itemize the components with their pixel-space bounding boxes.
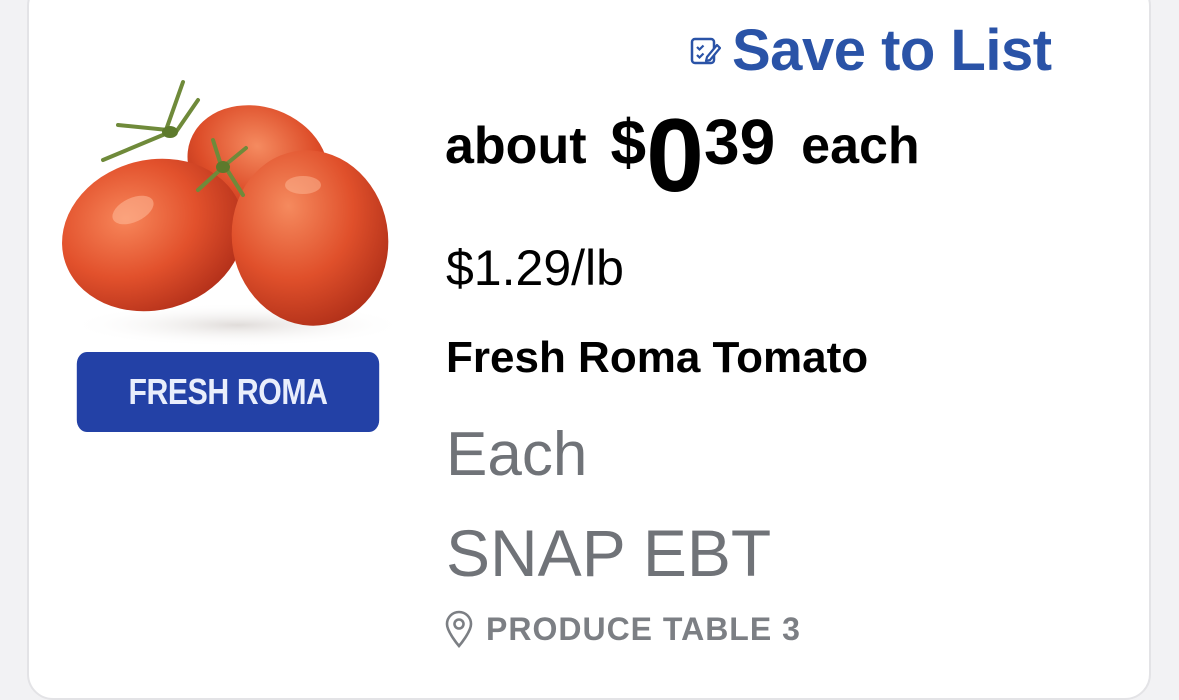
price-prefix: about: [445, 117, 587, 175]
product-name[interactable]: Fresh Roma Tomato: [446, 336, 868, 380]
product-badge: FRESH ROMA: [76, 352, 380, 432]
save-to-list-button[interactable]: Save to List: [688, 16, 1052, 86]
location-text: PRODUCE TABLE 3: [486, 611, 801, 647]
price-currency: $: [610, 106, 647, 178]
price-line: about $ 0 39 each: [445, 96, 920, 216]
snap-ebt-label: SNAP EBT: [446, 516, 772, 590]
edit-list-icon: [688, 34, 722, 68]
price-dollars: 0: [646, 98, 704, 214]
tomato-image[interactable]: [48, 70, 408, 355]
unit-label: Each: [446, 420, 588, 489]
price-cents: 39: [703, 106, 776, 178]
unit-price: $1.29/lb: [446, 240, 624, 296]
location-pin-icon: [444, 610, 474, 648]
price-suffix: each: [801, 117, 920, 175]
save-to-list-label: Save to List: [732, 18, 1052, 83]
aisle-location: PRODUCE TABLE 3: [444, 610, 801, 648]
